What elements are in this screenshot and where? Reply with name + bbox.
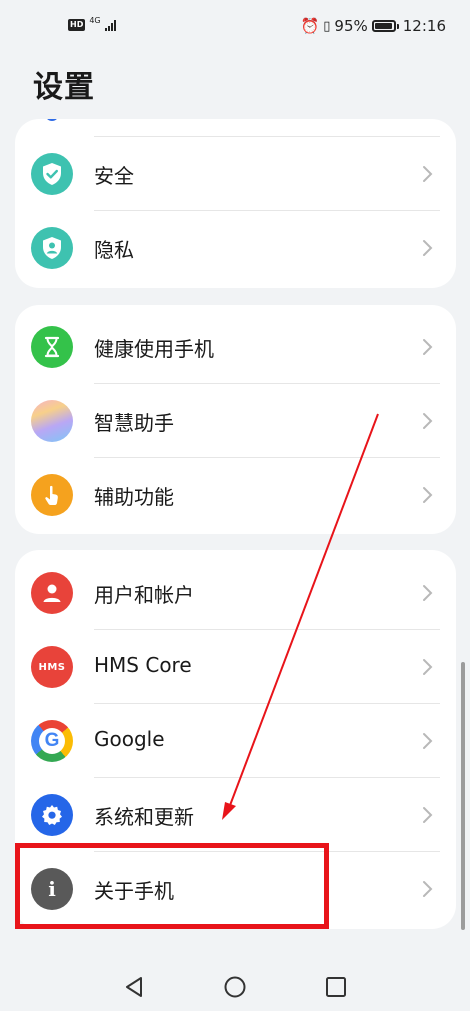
chevron-right-icon (423, 585, 433, 601)
settings-item-label: 隐私 (94, 238, 134, 262)
network-type: 4G (89, 16, 101, 25)
chevron-right-icon (423, 807, 433, 823)
back-icon[interactable] (121, 974, 147, 1000)
settings-item-google[interactable]: G Google (15, 704, 456, 778)
chevron-right-icon (423, 166, 433, 182)
settings-item-label: 智慧助手 (94, 411, 174, 435)
navigation-bar (0, 960, 470, 1011)
partial-icon-edge (45, 119, 59, 121)
settings-item-digital-balance[interactable]: 健康使用手机 (15, 310, 456, 384)
chevron-right-icon (423, 240, 433, 256)
system-gear-icon (31, 794, 73, 836)
scrollbar[interactable] (461, 662, 465, 930)
hms-badge-text: HMS (38, 661, 66, 673)
settings-item-label: 安全 (94, 164, 134, 188)
hms-icon: HMS (31, 646, 73, 688)
hd-badge: HD (68, 19, 86, 31)
home-icon[interactable] (222, 974, 248, 1000)
google-icon: G (31, 720, 73, 762)
settings-item-system-update[interactable]: 系统和更新 (15, 778, 456, 852)
vibrate-icon: ▯ (323, 18, 331, 34)
chevron-right-icon (423, 659, 433, 675)
chevron-right-icon (423, 339, 433, 355)
page-title: 设置 (33, 70, 95, 105)
clock: 12:16 (402, 17, 446, 35)
assistant-orb-icon (31, 400, 73, 442)
hand-pointer-icon (31, 474, 73, 516)
chevron-right-icon (423, 487, 433, 503)
settings-item-security[interactable]: 安全 (15, 137, 456, 211)
settings-item-label: 健康使用手机 (94, 337, 214, 361)
battery-icon (371, 20, 399, 32)
status-bar: HD 4G ⏰ ▯ 95% 12:16 (0, 0, 470, 58)
user-icon (31, 572, 73, 614)
privacy-shield-icon (31, 227, 73, 269)
settings-item-label: 系统和更新 (94, 805, 194, 829)
battery-percent: 95% (334, 17, 368, 35)
shield-check-icon (31, 153, 73, 195)
settings-item-privacy[interactable]: 隐私 (15, 211, 456, 285)
settings-item-smart-assistant[interactable]: 智慧助手 (15, 384, 456, 458)
highlight-box (15, 843, 329, 929)
settings-group-wellbeing: 健康使用手机 智慧助手 辅助功能 (15, 305, 456, 534)
chevron-right-icon (423, 413, 433, 429)
settings-group-security: 安全 隐私 (15, 119, 456, 288)
hourglass-icon (31, 326, 73, 368)
chevron-right-icon (423, 733, 433, 749)
settings-item-label: Google (94, 727, 165, 751)
recents-icon[interactable] (323, 974, 349, 1000)
settings-item-label: 用户和帐户 (94, 583, 194, 607)
settings-item-label: 辅助功能 (94, 485, 174, 509)
signal-icon (104, 19, 116, 31)
google-badge-text: G (44, 730, 60, 751)
settings-item-accessibility[interactable]: 辅助功能 (15, 458, 456, 532)
chevron-right-icon (423, 881, 433, 897)
settings-item-label: HMS Core (94, 653, 192, 677)
settings-item-hms-core[interactable]: HMS HMS Core (15, 630, 456, 704)
alarm-icon: ⏰ (300, 17, 320, 35)
settings-item-users-accounts[interactable]: 用户和帐户 (15, 556, 456, 630)
